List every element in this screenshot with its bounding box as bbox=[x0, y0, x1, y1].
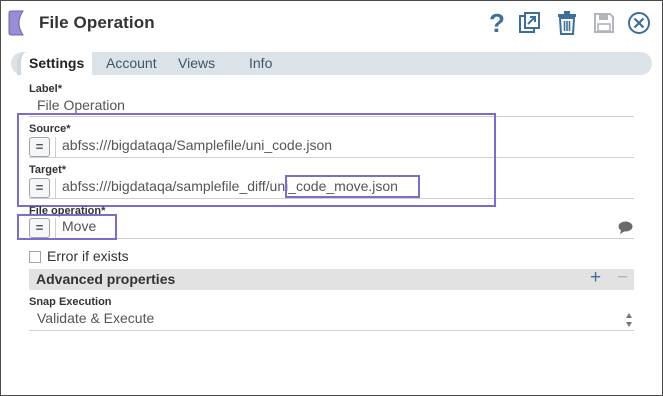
select-arrows-icon[interactable] bbox=[625, 312, 633, 328]
tab-views[interactable]: Views bbox=[178, 52, 215, 75]
snap-execution-select[interactable]: Validate & Execute bbox=[37, 310, 154, 326]
file-operation-underline bbox=[29, 238, 634, 239]
target-filename-highlight-box bbox=[285, 175, 420, 198]
tab-account[interactable]: Account bbox=[106, 52, 157, 75]
delete-icon[interactable] bbox=[553, 9, 581, 37]
advanced-properties-title: Advanced properties bbox=[36, 271, 176, 287]
file-operation-highlight-box bbox=[17, 214, 117, 240]
help-icon[interactable]: ? bbox=[483, 8, 511, 38]
export-icon[interactable] bbox=[515, 9, 543, 37]
label-input[interactable]: File Operation bbox=[37, 97, 125, 113]
dialog-header: File Operation ? bbox=[1, 1, 662, 47]
comment-icon[interactable] bbox=[618, 221, 633, 234]
tab-info[interactable]: Info bbox=[249, 52, 272, 75]
snap-logo-icon bbox=[8, 10, 24, 36]
source-target-highlight-box bbox=[17, 113, 496, 207]
advanced-properties-section: Advanced properties + − bbox=[29, 267, 634, 290]
add-property-button[interactable]: + bbox=[590, 267, 601, 289]
snap-execution-field-label: Snap Execution bbox=[29, 296, 112, 308]
dialog-title: File Operation bbox=[39, 13, 155, 32]
close-icon[interactable] bbox=[625, 9, 653, 37]
save-icon[interactable] bbox=[590, 9, 618, 37]
error-if-exists-checkbox[interactable] bbox=[29, 251, 41, 263]
snap-execution-underline bbox=[29, 330, 634, 331]
snap-settings-dialog: File Operation ? Settings Account Views … bbox=[0, 0, 663, 396]
tab-bar: Settings Account Views Info bbox=[11, 52, 652, 75]
error-if-exists-label: Error if exists bbox=[47, 248, 129, 264]
label-field-label: Label* bbox=[29, 83, 63, 95]
remove-property-button[interactable]: − bbox=[617, 267, 628, 289]
tab-settings[interactable]: Settings bbox=[17, 52, 93, 75]
